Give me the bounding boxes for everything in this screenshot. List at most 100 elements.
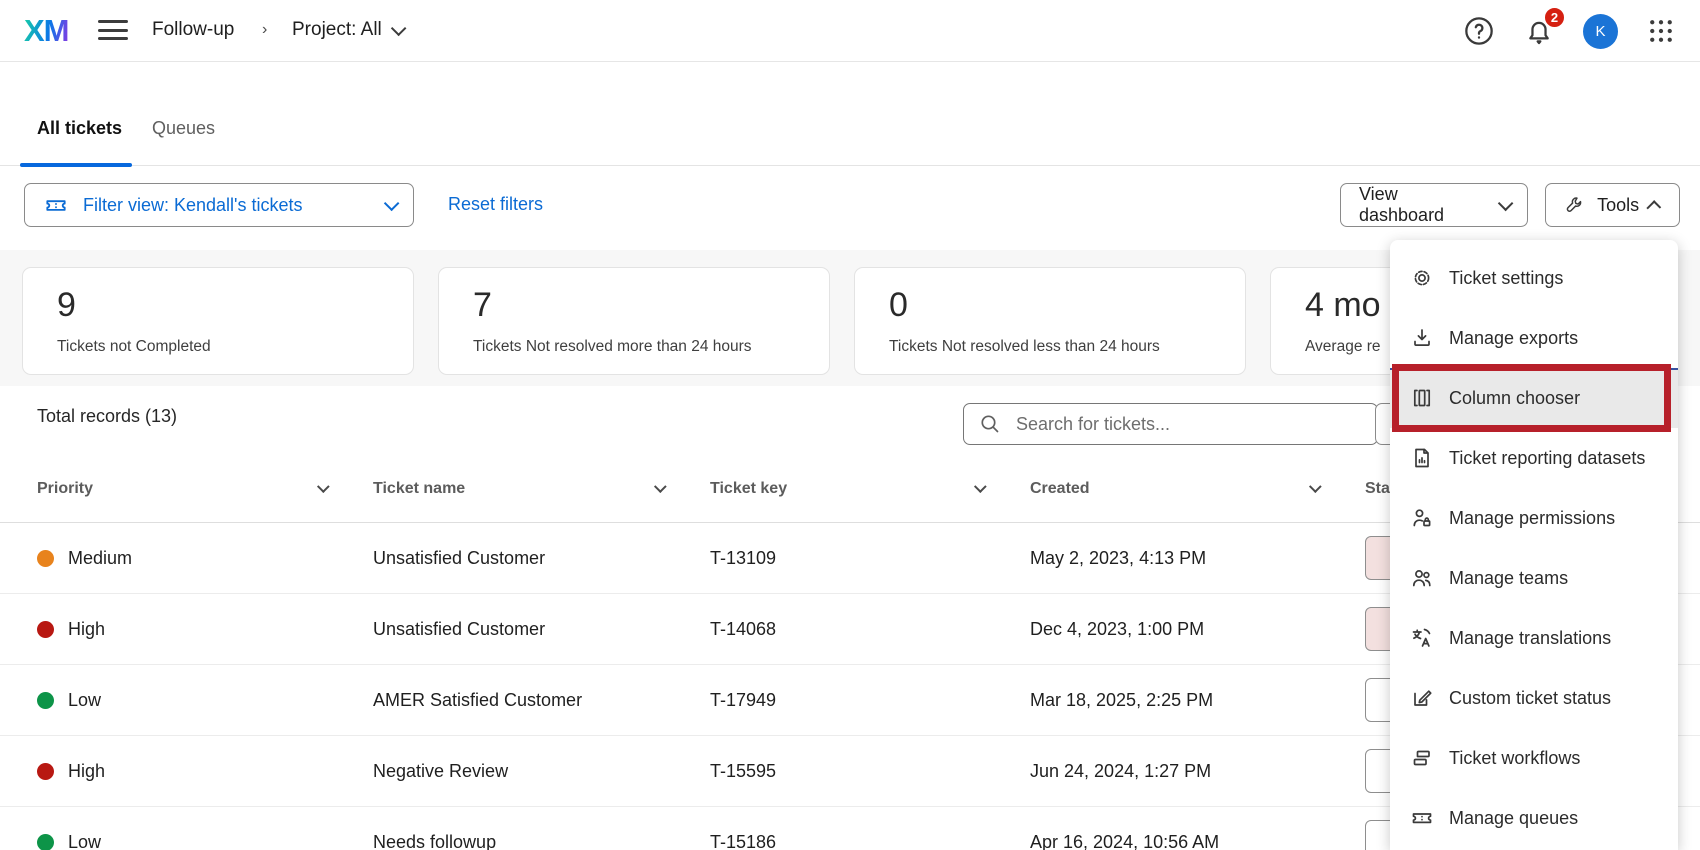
menu-item-label: Ticket reporting datasets <box>1449 448 1645 469</box>
reset-filters-link[interactable]: Reset filters <box>448 194 543 215</box>
ticket-key-cell: T-14068 <box>710 619 1030 640</box>
menu-item-manage-translations[interactable]: Manage translations <box>1390 608 1678 668</box>
menu-item-label: Manage translations <box>1449 628 1611 649</box>
menu-item-column-chooser[interactable]: Column chooser <box>1390 368 1678 428</box>
created-cell: Mar 18, 2025, 2:25 PM <box>1030 690 1365 711</box>
chevron-down-icon[interactable] <box>317 480 330 493</box>
column-header-ticket-name[interactable]: Ticket name <box>373 480 465 498</box>
menu-item-label: Column chooser <box>1449 388 1580 409</box>
person-lock-icon <box>1410 506 1434 530</box>
chevron-down-icon[interactable] <box>1309 480 1322 493</box>
menu-item-custom-ticket-status[interactable]: Custom ticket status <box>1390 668 1678 728</box>
priority-dot <box>37 763 54 780</box>
priority-dot <box>37 550 54 567</box>
search-box[interactable] <box>963 403 1378 445</box>
menu-item-ticket-workflows[interactable]: Ticket workflows <box>1390 728 1678 788</box>
ticket-name-cell: Unsatisfied Customer <box>373 548 710 569</box>
created-cell: Jun 24, 2024, 1:27 PM <box>1030 761 1365 782</box>
tab-bar: All tickets Queues <box>0 100 1700 166</box>
menu-item-manage-teams[interactable]: Manage teams <box>1390 548 1678 608</box>
gear-icon <box>1410 266 1434 290</box>
stat-label: Tickets not Completed <box>57 338 413 356</box>
menu-item-label: Manage permissions <box>1449 508 1615 529</box>
stat-card-over-24h: 7 Tickets Not resolved more than 24 hour… <box>438 267 830 375</box>
view-dashboard-label: View dashboard <box>1359 184 1486 226</box>
menu-item-label: Manage queues <box>1449 808 1578 829</box>
translate-icon <box>1410 626 1434 650</box>
priority-label: Low <box>68 690 101 711</box>
chevron-up-icon <box>1647 200 1662 215</box>
menu-item-ticket-settings[interactable]: Ticket settings <box>1390 248 1678 308</box>
column-header-created[interactable]: Created <box>1030 480 1090 498</box>
ticket-name-cell: Needs followup <box>373 832 710 850</box>
tools-label: Tools <box>1597 195 1639 216</box>
columns-icon <box>1410 386 1434 410</box>
priority-label: Medium <box>68 548 132 569</box>
notification-count-badge: 2 <box>1543 6 1566 29</box>
tab-all-tickets[interactable]: All tickets <box>37 118 122 139</box>
menu-item-manage-exports[interactable]: Manage exports <box>1390 308 1678 368</box>
column-header-status[interactable]: Sta <box>1365 480 1390 498</box>
chevron-down-icon <box>384 195 400 211</box>
edit-icon <box>1410 686 1434 710</box>
stat-value: 7 <box>473 286 829 325</box>
filter-view-label: Filter view: Kendall's tickets <box>83 195 303 216</box>
filter-toolbar: Filter view: Kendall's tickets Reset fil… <box>0 183 1700 229</box>
created-cell: Apr 16, 2024, 10:56 AM <box>1030 832 1365 850</box>
breadcrumb-chevron-icon: › <box>262 21 267 39</box>
stat-label: Tickets Not resolved more than 24 hours <box>473 338 829 356</box>
people-icon <box>1410 566 1434 590</box>
total-records-label: Total records (13) <box>37 406 177 427</box>
menu-item-label: Manage teams <box>1449 568 1568 589</box>
stat-value: 9 <box>57 286 413 325</box>
priority-dot <box>37 834 54 850</box>
ticket-name-cell: Unsatisfied Customer <box>373 619 710 640</box>
ticket-key-cell: T-13109 <box>710 548 1030 569</box>
app-grid-icon[interactable] <box>1646 16 1676 46</box>
priority-dot <box>37 621 54 638</box>
stat-value: 0 <box>889 286 1245 325</box>
created-cell: Dec 4, 2023, 1:00 PM <box>1030 619 1365 640</box>
help-icon[interactable] <box>1463 15 1495 47</box>
menu-item-label: Custom ticket status <box>1449 688 1611 709</box>
workflow-icon <box>1410 746 1434 770</box>
priority-dot <box>37 692 54 709</box>
ticketing-page: XM Follow-up › Project: All 2 <box>0 0 1700 850</box>
search-icon <box>978 412 1002 436</box>
chevron-down-icon <box>391 20 407 36</box>
menu-item-label: Ticket settings <box>1449 268 1563 289</box>
ticket-key-cell: T-15186 <box>710 832 1030 850</box>
chevron-down-icon[interactable] <box>974 480 987 493</box>
active-tab-indicator <box>20 163 132 167</box>
ticket-name-cell: AMER Satisfied Customer <box>373 690 710 711</box>
menu-item-label: Manage exports <box>1449 328 1578 349</box>
avatar[interactable]: K <box>1583 14 1618 49</box>
ticket-key-cell: T-15595 <box>710 761 1030 782</box>
hamburger-menu-icon[interactable] <box>98 20 128 42</box>
notifications-bell-icon[interactable]: 2 <box>1523 15 1555 47</box>
view-dashboard-button[interactable]: View dashboard <box>1340 183 1528 227</box>
menu-item-manage-permissions[interactable]: Manage permissions <box>1390 488 1678 548</box>
priority-label: High <box>68 761 105 782</box>
breadcrumb-project-name[interactable]: Follow-up <box>152 19 234 41</box>
ticket-icon <box>1410 806 1434 830</box>
search-input[interactable] <box>1016 414 1346 435</box>
tab-queues[interactable]: Queues <box>152 118 215 139</box>
chevron-down-icon[interactable] <box>654 480 667 493</box>
ticket-key-cell: T-17949 <box>710 690 1030 711</box>
tools-button[interactable]: Tools <box>1545 183 1680 227</box>
menu-item-manage-queues[interactable]: Manage queues <box>1390 788 1678 848</box>
report-document-icon <box>1410 446 1434 470</box>
column-header-priority[interactable]: Priority <box>37 480 93 498</box>
created-cell: May 2, 2023, 4:13 PM <box>1030 548 1365 569</box>
tools-dropdown-menu: Ticket settings Manage exports Column ch… <box>1390 240 1678 850</box>
priority-label: High <box>68 619 105 640</box>
top-navigation-bar: XM Follow-up › Project: All 2 <box>0 0 1700 62</box>
breadcrumb-project-selector[interactable]: Project: All <box>292 19 402 41</box>
xm-logo: XM <box>24 13 69 49</box>
menu-item-ticket-reporting-datasets[interactable]: Ticket reporting datasets <box>1390 428 1678 488</box>
wrench-icon <box>1564 193 1585 217</box>
filter-view-dropdown[interactable]: Filter view: Kendall's tickets <box>24 183 414 227</box>
column-header-ticket-key[interactable]: Ticket key <box>710 480 787 498</box>
stat-card-under-24h: 0 Tickets Not resolved less than 24 hour… <box>854 267 1246 375</box>
